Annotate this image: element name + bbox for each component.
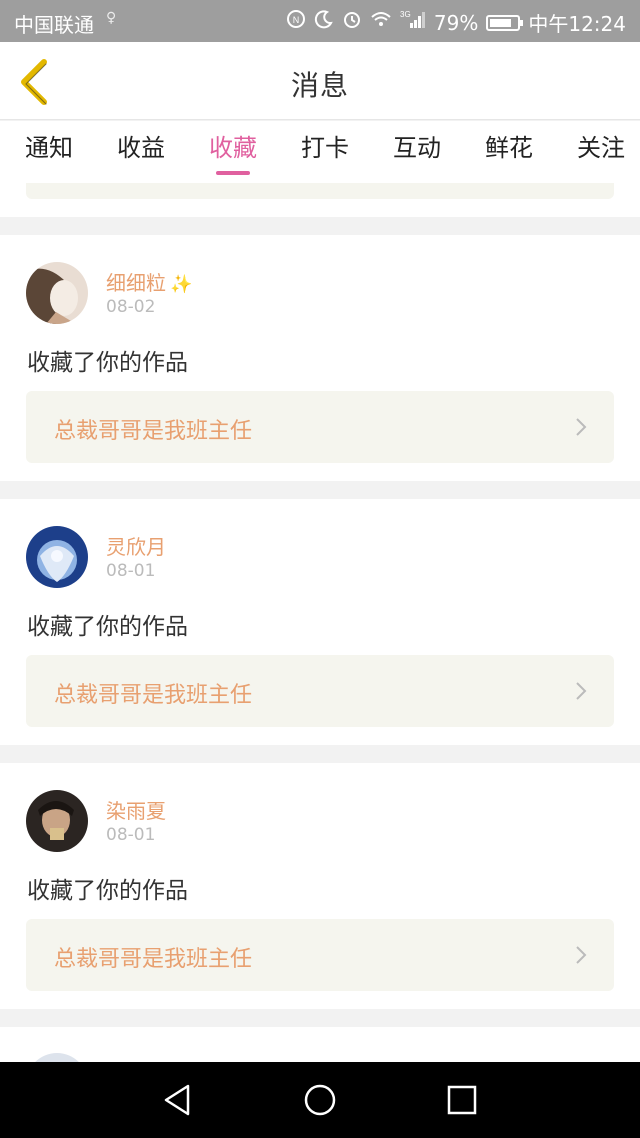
tab-follow[interactable]: 关注 [577,121,625,183]
message-list[interactable]: 细细粒 ✨ 08-02 收藏了你的作品 总裁哥哥是我班主任 灵欣月 08-01 收… [0,183,640,1062]
tab-label: 收藏 [209,134,257,162]
message-date: 08-01 [106,825,156,845]
tab-label: 收益 [117,134,165,162]
active-tab-indicator [216,171,250,175]
chevron-right-icon [576,682,587,700]
nav-back-icon[interactable] [160,1082,196,1118]
work-title: 总裁哥哥是我班主任 [54,419,253,444]
tab-label: 互动 [393,134,441,162]
alarm-icon [342,9,362,36]
work-link[interactable]: 总裁哥哥是我班主任 [26,655,614,727]
work-link[interactable]: 总裁哥哥是我班主任 [26,391,614,463]
avatar[interactable] [26,262,88,324]
wifi-icon [370,10,392,35]
username-text: 灵欣月 [106,535,166,559]
message-card: 染雨夏 08-01 收藏了你的作品 总裁哥哥是我班主任 [0,763,640,1009]
message-card: 灵欣月 08-01 收藏了你的作品 总裁哥哥是我班主任 [0,499,640,745]
username-text: 细细粒 [106,271,166,295]
tab-label: 打卡 [301,134,349,162]
system-nav-bar [0,1062,640,1138]
message-text: 收藏了你的作品 [27,878,188,904]
tab-flowers[interactable]: 鲜花 [485,121,533,183]
message-text: 收藏了你的作品 [27,614,188,640]
chevron-right-icon [576,946,587,964]
username-text: 染雨夏 [106,799,166,823]
tab-notice[interactable]: 通知 [25,121,73,183]
app-header: 消息 [0,42,640,120]
tab-earnings[interactable]: 收益 [117,121,165,183]
username[interactable]: 染雨夏 [106,795,166,824]
work-title: 总裁哥哥是我班主任 [54,683,253,708]
sparkle-icon: ✨ [170,274,193,295]
status-bar: 中国联通 ♀ N 3G 79% 中午12:24 [0,0,640,42]
next-message-card-partial [0,1027,640,1062]
battery-icon [486,14,524,31]
tab-label: 通知 [25,134,73,162]
signal-icon: 3G [400,9,426,36]
carrier-name: 中国联通 [14,13,94,37]
message-text: 收藏了你的作品 [27,350,188,376]
chevron-right-icon [576,418,587,436]
previous-card-remnant [0,183,640,217]
tab-favorites[interactable]: 收藏 [209,121,257,183]
tab-checkin[interactable]: 打卡 [301,121,349,183]
tab-label: 鲜花 [485,134,533,162]
nav-home-icon[interactable] [302,1082,338,1118]
svg-text:N: N [293,15,300,25]
moon-icon [314,9,334,36]
nav-recents-icon[interactable] [444,1082,480,1118]
network-type-label: 3G [400,10,411,19]
message-card: 细细粒 ✨ 08-02 收藏了你的作品 总裁哥哥是我班主任 [0,235,640,481]
tab-interaction[interactable]: 互动 [393,121,441,183]
nfc-icon: N [286,9,306,36]
battery-percent: 79% [433,10,479,35]
sim-icon: ♀ [106,10,117,26]
work-link-partial[interactable] [26,183,614,199]
tab-label: 关注 [577,134,625,162]
username[interactable]: 灵欣月 [106,531,166,560]
avatar[interactable] [26,790,88,852]
avatar[interactable] [26,1053,88,1062]
work-link[interactable]: 总裁哥哥是我班主任 [26,919,614,991]
username[interactable]: 细细粒 ✨ [106,267,192,296]
message-date: 08-02 [106,297,156,317]
work-title: 总裁哥哥是我班主任 [54,947,253,972]
clock: 中午12:24 [528,12,626,36]
tab-bar: 通知 收益 收藏 打卡 互动 鲜花 关注 [0,121,640,183]
page-title: 消息 [290,69,349,102]
message-date: 08-01 [106,561,156,581]
avatar[interactable] [26,526,88,588]
